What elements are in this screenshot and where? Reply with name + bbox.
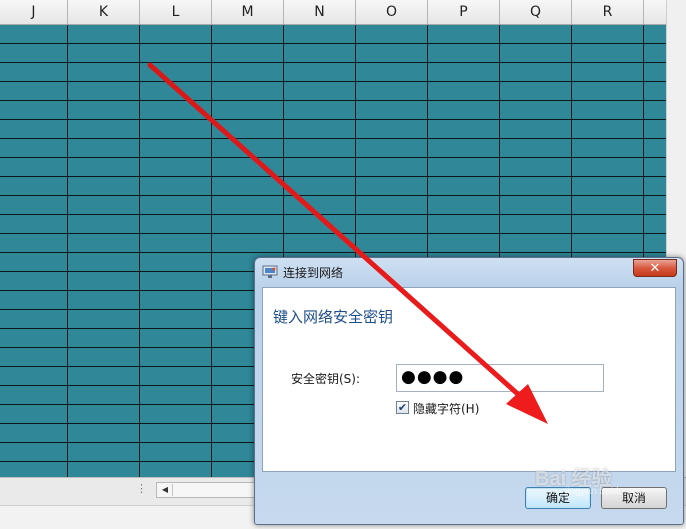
column-header-row: J K L M N O P Q R bbox=[0, 0, 666, 25]
column-header-q[interactable]: Q bbox=[500, 0, 572, 24]
checkmark-icon: ✔ bbox=[397, 401, 408, 414]
connect-to-network-dialog: 连接到网络 ✕ 键入网络安全密钥 安全密钥(S): ●●●● ✔ 隐藏字符(H)… bbox=[254, 257, 684, 525]
dialog-content: 键入网络安全密钥 安全密钥(S): ●●●● ✔ 隐藏字符(H) bbox=[262, 287, 676, 472]
hide-characters-label[interactable]: 隐藏字符(H) bbox=[413, 400, 479, 417]
watermark-url: jingyan.baidu.com bbox=[565, 486, 646, 497]
hide-characters-checkbox[interactable]: ✔ bbox=[396, 401, 409, 414]
column-header-r[interactable]: R bbox=[572, 0, 644, 24]
dialog-heading: 键入网络安全密钥 bbox=[273, 308, 394, 326]
column-header-n[interactable]: N bbox=[284, 0, 356, 24]
dialog-title-bar[interactable]: 连接到网络 ✕ bbox=[255, 258, 683, 286]
security-key-input[interactable]: ●●●● bbox=[396, 364, 604, 392]
horizontal-scrollbar[interactable]: ◀ bbox=[156, 482, 266, 498]
dialog-title: 连接到网络 bbox=[283, 266, 344, 280]
column-header-partial bbox=[644, 0, 666, 24]
column-header-o[interactable]: O bbox=[356, 0, 428, 24]
security-key-label: 安全密钥(S): bbox=[291, 372, 361, 386]
split-handle-icon[interactable]: ⋮ bbox=[136, 483, 147, 494]
column-header-j[interactable]: J bbox=[0, 0, 68, 24]
column-header-k[interactable]: K bbox=[68, 0, 140, 24]
column-header-l[interactable]: L bbox=[140, 0, 212, 24]
scroll-left-icon[interactable]: ◀ bbox=[158, 484, 173, 496]
dialog-button-bar: 确定 取消 bbox=[255, 472, 683, 524]
close-button[interactable]: ✕ bbox=[633, 259, 677, 277]
column-header-p[interactable]: P bbox=[428, 0, 500, 24]
column-header-m[interactable]: M bbox=[212, 0, 284, 24]
close-icon: ✕ bbox=[649, 261, 661, 276]
network-icon bbox=[262, 265, 278, 278]
